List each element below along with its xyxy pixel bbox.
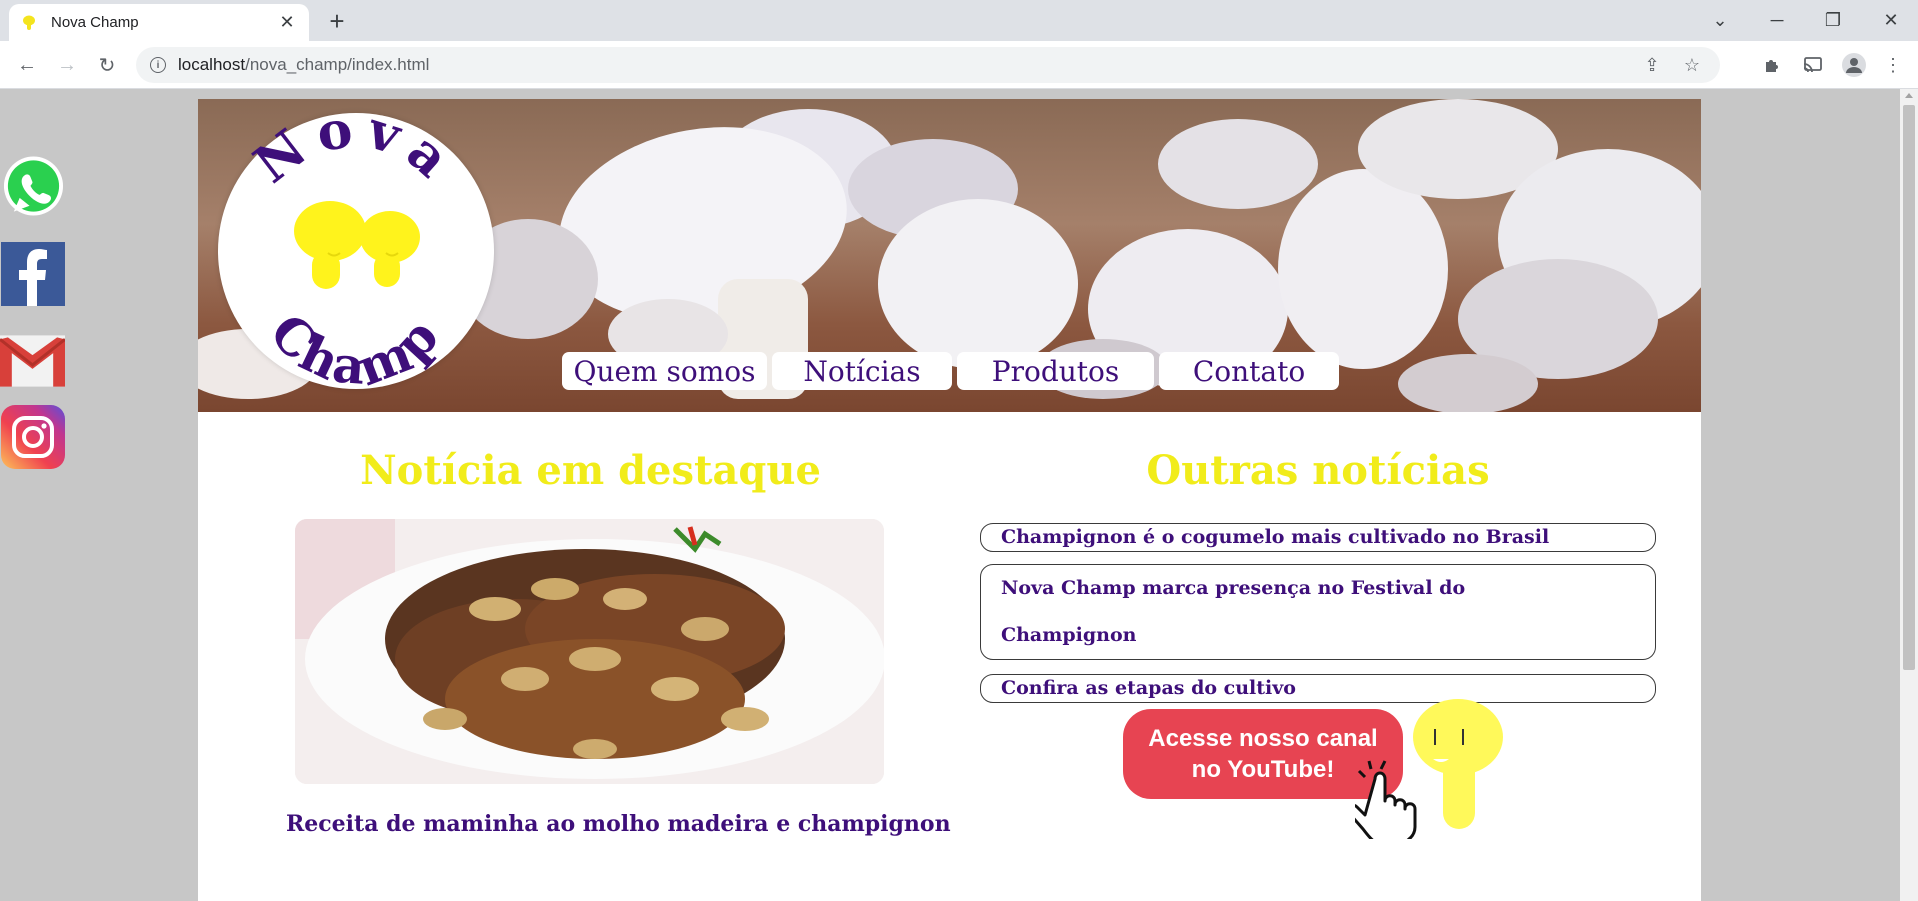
nova-champ-logo[interactable]: Nova Champ [218, 97, 494, 397]
scrollbar-thumb[interactable] [1903, 105, 1915, 670]
nav-label: Quem somos [573, 354, 756, 388]
back-icon[interactable]: ← [11, 49, 43, 81]
url-path: /nova_champ/index.html [245, 55, 430, 74]
reload-icon[interactable]: ↻ [91, 49, 123, 81]
other-news-heading: Outras notícias [1146, 447, 1490, 494]
news-item-title: Confira as etapas do cultivo [1001, 677, 1296, 699]
cast-icon[interactable] [1797, 49, 1829, 81]
tab-title: Nova Champ [51, 14, 139, 31]
youtube-line-1: Acesse nosso canal [1148, 725, 1378, 752]
svg-text:Nova: Nova [243, 113, 468, 196]
browser-tab-bar: Nova Champ ✕ + ⌄ ─ ❐ ✕ [0, 0, 1918, 41]
bookmark-star-icon[interactable]: ☆ [1672, 51, 1712, 79]
gmail-icon[interactable] [0, 328, 65, 393]
scroll-up-arrow-icon[interactable] [1905, 93, 1913, 98]
browser-toolbar: ← → ↻ i localhost/nova_champ/index.html … [0, 41, 1918, 89]
featured-heading: Notícia em destaque [360, 447, 821, 494]
news-item-link[interactable]: Champignon é o cogumelo mais cultivado n… [980, 523, 1656, 552]
browser-menu-icon[interactable]: ⋮ [1877, 49, 1909, 81]
logo-top-text: Nova [243, 97, 458, 196]
youtube-channel-banner[interactable]: Acesse nosso canal no YouTube! [1123, 699, 1523, 839]
facebook-icon[interactable] [0, 241, 65, 306]
new-tab-icon[interactable]: + [322, 6, 352, 37]
tab-close-icon[interactable]: ✕ [277, 12, 297, 33]
svg-text:Champ: Champ [258, 303, 451, 389]
mushroom-mascot-icon [294, 201, 420, 289]
nav-label: Produtos [991, 354, 1120, 388]
window-close-icon[interactable]: ✕ [1871, 6, 1911, 34]
featured-news-image[interactable] [295, 519, 884, 784]
instagram-icon[interactable] [0, 404, 65, 469]
nav-noticias[interactable]: Notícias [772, 352, 952, 390]
nav-produtos[interactable]: Produtos [957, 352, 1154, 390]
nav-label: Notícias [803, 354, 921, 388]
whatsapp-icon[interactable] [0, 154, 65, 219]
page-container: Nova Champ Quem somos Notícias Produtos … [198, 97, 1701, 901]
url-host: localhost [178, 55, 246, 74]
share-icon[interactable]: ⇪ [1632, 51, 1672, 79]
news-item-link[interactable]: Nova Champ marca presença no Festival do… [980, 564, 1656, 660]
news-item-title: Nova Champ marca presença no Festival do… [1001, 577, 1466, 646]
nav-quem-somos[interactable]: Quem somos [562, 352, 767, 390]
featured-caption-link[interactable]: Receita de maminha ao molho madeira e ch… [286, 811, 951, 837]
browser-tab[interactable]: Nova Champ ✕ [9, 4, 309, 41]
tab-search-icon[interactable]: ⌄ [1700, 6, 1740, 34]
site-info-icon[interactable]: i [150, 57, 166, 73]
address-bar[interactable]: i localhost/nova_champ/index.html ⇪ ☆ [136, 47, 1720, 83]
logo-bottom-text: Champ [258, 303, 449, 398]
nav-label: Contato [1192, 354, 1306, 388]
nav-contato[interactable]: Contato [1159, 352, 1339, 390]
mushroom-favicon-icon [21, 15, 37, 31]
forward-icon[interactable]: → [51, 49, 83, 81]
vertical-scrollbar[interactable] [1900, 89, 1918, 901]
hand-pointer-icon [1355, 760, 1417, 839]
minimize-icon[interactable]: ─ [1757, 6, 1797, 34]
page-viewport: Nova Champ Quem somos Notícias Produtos … [0, 89, 1900, 901]
restore-icon[interactable]: ❐ [1813, 6, 1853, 34]
extensions-icon[interactable] [1756, 49, 1788, 81]
profile-avatar-icon[interactable] [1838, 49, 1870, 81]
news-item-title: Champignon é o cogumelo mais cultivado n… [1001, 526, 1550, 548]
